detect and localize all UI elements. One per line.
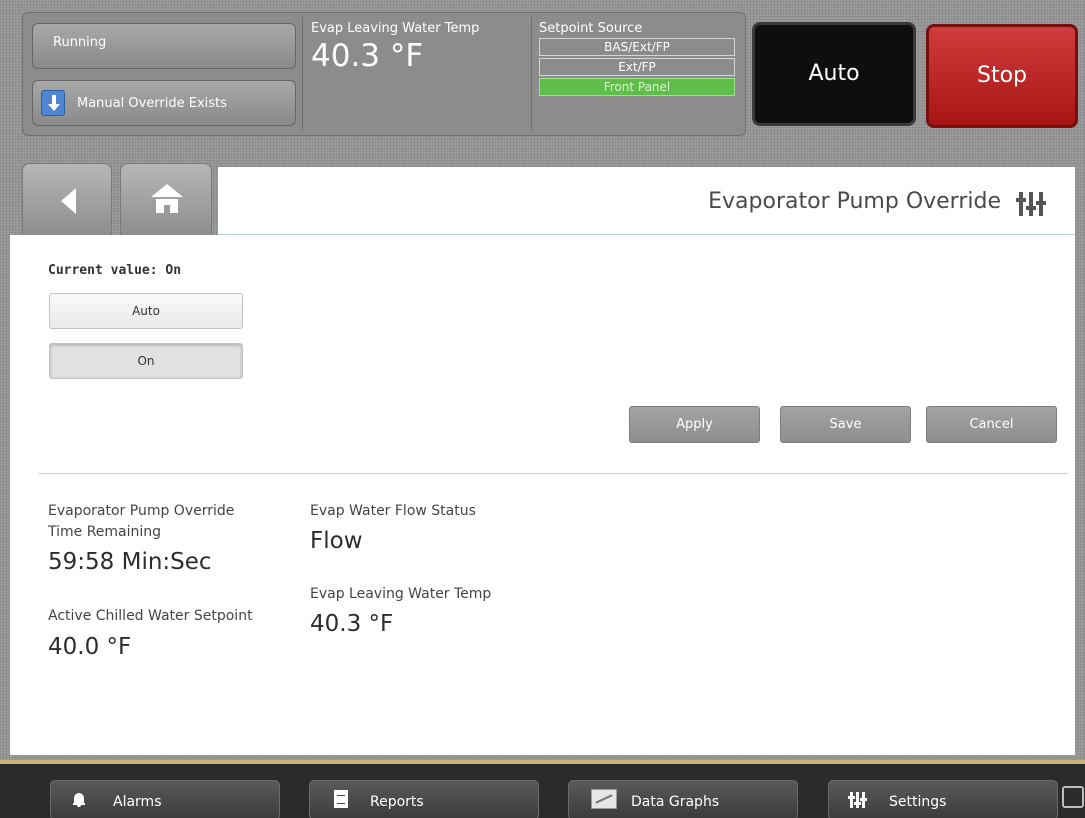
evap-leaving-temp-readout: Evap Leaving Water Temp 40.3 °F — [311, 21, 479, 74]
flow-status-label: Evap Water Flow Status — [310, 503, 476, 519]
main-panel: Current value: On Auto On Apply Save Can… — [10, 235, 1075, 755]
data-graphs-label: Data Graphs — [631, 794, 720, 810]
evap-temp-value: 40.3 °F — [311, 38, 424, 74]
graph-icon — [591, 789, 617, 809]
manual-override-button[interactable]: Manual Override Exists — [32, 80, 296, 126]
setpoint-source-label: Setpoint Source — [539, 21, 643, 36]
status-panel: Running Manual Override Exists Evap Leav… — [22, 12, 746, 136]
time-remaining-value: 59:58 Min:Sec — [48, 549, 212, 575]
home-icon — [151, 184, 183, 216]
flow-status-value: Flow — [310, 528, 363, 554]
alarms-label: Alarms — [113, 794, 162, 810]
settings-sliders-icon — [848, 792, 867, 808]
active-setpoint-label: Active Chilled Water Setpoint — [48, 608, 253, 624]
setpoint-option-front-panel: Front Panel — [539, 78, 735, 96]
reports-label: Reports — [370, 794, 424, 810]
manual-override-label: Manual Override Exists — [77, 96, 227, 111]
alarms-button[interactable]: Alarms — [50, 780, 280, 818]
stop-button[interactable]: Stop — [926, 24, 1078, 128]
divider — [38, 473, 1068, 474]
settings-label: Settings — [889, 794, 947, 810]
bottom-nav-bar: Alarms Reports Data Graphs Settings — [0, 760, 1085, 818]
auto-button[interactable]: Auto — [752, 22, 916, 126]
document-icon — [334, 790, 348, 808]
data-graphs-button[interactable]: Data Graphs — [568, 780, 798, 818]
settings-button[interactable]: Settings — [828, 780, 1058, 818]
setpoint-option-bas: BAS/Ext/FP — [539, 38, 735, 56]
evap-temp-label: Evap Leaving Water Temp — [311, 21, 480, 36]
option-on-button[interactable]: On — [49, 343, 243, 379]
setpoint-option-ext: Ext/FP — [539, 58, 735, 76]
running-status-button[interactable]: Running — [32, 23, 296, 69]
bell-icon — [73, 793, 85, 807]
evap-leaving-temp-label: Evap Leaving Water Temp — [310, 586, 492, 602]
apply-button[interactable]: Apply — [629, 406, 760, 443]
page-title: Evaporator Pump Override — [708, 189, 1001, 214]
option-auto-button[interactable]: Auto — [49, 293, 243, 329]
active-setpoint-value: 40.0 °F — [48, 634, 132, 660]
back-arrow-icon — [61, 188, 76, 214]
time-remaining-label-line1: Evaporator Pump Override — [48, 503, 235, 519]
chat-icon[interactable] — [1062, 786, 1084, 808]
time-remaining-label-line2: Time Remaining — [48, 524, 162, 540]
reports-button[interactable]: Reports — [309, 780, 539, 818]
back-button[interactable] — [22, 163, 112, 235]
settings-sliders-icon — [1016, 192, 1046, 216]
divider — [531, 17, 532, 131]
running-status-label: Running — [53, 35, 107, 50]
evap-leaving-temp-value: 40.3 °F — [310, 611, 394, 637]
download-icon — [41, 90, 65, 116]
home-button[interactable] — [120, 163, 212, 235]
page-header: Evaporator Pump Override — [218, 167, 1075, 235]
current-value-label: Current value: On — [48, 263, 182, 278]
cancel-button[interactable]: Cancel — [926, 406, 1057, 443]
divider — [302, 17, 303, 131]
setpoint-source: Setpoint Source BAS/Ext/FP Ext/FP Front … — [539, 21, 739, 96]
save-button[interactable]: Save — [780, 406, 911, 443]
